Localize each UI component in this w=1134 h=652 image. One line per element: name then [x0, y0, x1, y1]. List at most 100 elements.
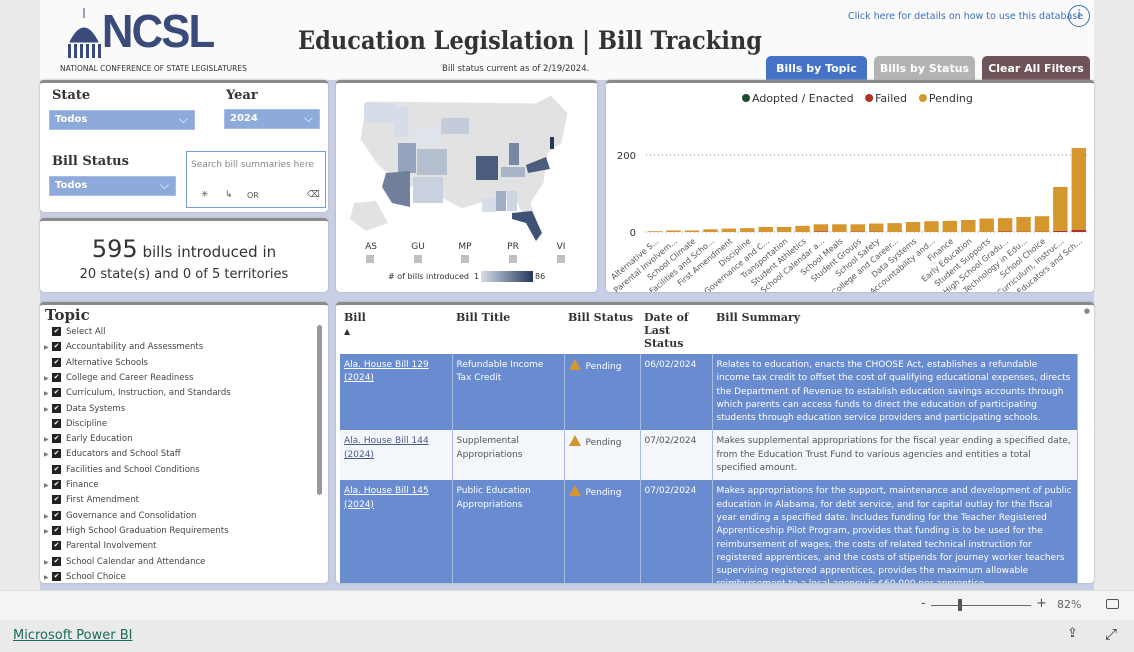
- topic-item[interactable]: ✔ Alternative Schools: [44, 357, 148, 373]
- expand-icon[interactable]: ▶: [44, 451, 52, 458]
- bar-segment[interactable]: [1053, 186, 1068, 231]
- topic-item[interactable]: ▶ ✔ College and Career Readiness: [44, 372, 193, 388]
- bar-segment[interactable]: [1016, 216, 1031, 232]
- checkbox-checked-icon[interactable]: ✔: [52, 525, 61, 535]
- topic-item[interactable]: ✔ Facilities and School Conditions: [44, 464, 200, 480]
- bar-segment[interactable]: [850, 224, 865, 232]
- col-date[interactable]: Date of Last Status: [640, 307, 712, 354]
- territory-vi[interactable]: [557, 255, 565, 263]
- territory-pr[interactable]: [509, 255, 517, 263]
- topic-item[interactable]: ▶ ✔ Educators and School Staff: [44, 449, 181, 464]
- search-box[interactable]: Search bill summaries here ✳ ↳ OR ⌫: [186, 151, 326, 208]
- expand-icon[interactable]: ▶: [44, 574, 52, 581]
- search-input[interactable]: Search bill summaries here: [191, 160, 314, 170]
- expand-icon[interactable]: ▶: [44, 344, 52, 351]
- bar-segment[interactable]: [758, 226, 773, 232]
- col-bill[interactable]: Bill ▲: [340, 307, 452, 354]
- bar-segment[interactable]: [703, 229, 718, 232]
- state-colorado[interactable]: [417, 149, 447, 175]
- zoom-slider-thumb[interactable]: [957, 599, 962, 611]
- checkbox-checked-icon[interactable]: ✔: [52, 418, 61, 428]
- legend-marker[interactable]: [865, 94, 874, 102]
- topic-item[interactable]: ▶ ✔ School Calendar and Attendance: [44, 556, 205, 572]
- or-toggle[interactable]: OR: [247, 191, 259, 200]
- bar-segment[interactable]: [869, 223, 884, 232]
- territory-as[interactable]: [366, 255, 374, 263]
- info-icon[interactable]: i: [1068, 5, 1090, 27]
- state-alabama[interactable]: [507, 191, 517, 211]
- state-wyoming[interactable]: [412, 127, 440, 147]
- expand-icon[interactable]: ▶: [44, 528, 52, 535]
- state-indiana[interactable]: [509, 143, 519, 165]
- expand-icon[interactable]: ▶: [44, 390, 52, 397]
- bar-segment[interactable]: [648, 231, 663, 232]
- bar-segment[interactable]: [795, 225, 810, 232]
- checkbox-checked-icon[interactable]: ✔: [52, 541, 61, 551]
- checkbox-checked-icon[interactable]: ✔: [52, 464, 61, 474]
- expand-icon[interactable]: ▶: [44, 406, 52, 413]
- bar-segment[interactable]: [1053, 230, 1068, 232]
- topic-item[interactable]: ▶ ✔ Early Education: [44, 434, 133, 449]
- year-dropdown[interactable]: 2024 ⌵: [224, 109, 320, 129]
- topic-item[interactable]: ▶ ✔ Finance: [44, 480, 99, 495]
- help-link[interactable]: Click here for details on how to use thi…: [848, 11, 1083, 22]
- col-status[interactable]: Bill Status: [564, 307, 640, 354]
- topic-item[interactable]: ✔ Discipline: [44, 418, 107, 434]
- legend-marker[interactable]: [918, 94, 927, 102]
- bill-link[interactable]: Ala. House Bill 144 (2024): [344, 436, 429, 459]
- sort-ascending-icon[interactable]: ▲: [344, 326, 350, 336]
- topic-item[interactable]: ✔ Parental Involvement: [44, 541, 156, 556]
- scroll-up-icon[interactable]: ●: [1084, 307, 1090, 315]
- bar-segment[interactable]: [813, 231, 829, 232]
- fullscreen-icon[interactable]: ⤢: [1105, 625, 1117, 643]
- bar-segment[interactable]: [997, 231, 1013, 232]
- state-louisiana[interactable]: [482, 198, 496, 212]
- bar-segment[interactable]: [832, 224, 847, 232]
- expand-icon[interactable]: ▶: [44, 436, 52, 443]
- bill-status-dropdown[interactable]: Todos ⌵: [49, 176, 176, 196]
- topic-item[interactable]: ▶ ✔ Data Systems: [44, 403, 125, 419]
- state-kentucky[interactable]: [501, 167, 525, 177]
- state-new-jersey[interactable]: [550, 137, 554, 149]
- bar-segment[interactable]: [1071, 148, 1086, 230]
- col-title[interactable]: Bill Title: [452, 307, 564, 354]
- share-icon[interactable]: ⇪: [1067, 626, 1078, 641]
- bar-segment[interactable]: [813, 224, 829, 232]
- bar-segment[interactable]: [942, 220, 958, 232]
- checkbox-checked-icon[interactable]: ✔: [52, 480, 61, 489]
- bar-segment[interactable]: [740, 228, 755, 232]
- bar-segment[interactable]: [979, 218, 994, 232]
- state-idaho[interactable]: [394, 107, 408, 137]
- bill-link[interactable]: Ala. House Bill 145 (2024): [344, 486, 429, 509]
- zoom-in-button[interactable]: +: [1036, 596, 1047, 611]
- territory-gu[interactable]: [414, 255, 422, 263]
- legend-label[interactable]: Failed: [875, 92, 907, 105]
- checkbox-checked-icon[interactable]: ✔: [52, 510, 61, 520]
- state-utah[interactable]: [398, 143, 416, 173]
- expand-icon[interactable]: ▶: [44, 559, 52, 566]
- bar-segment[interactable]: [924, 221, 939, 232]
- state-mississippi[interactable]: [496, 191, 506, 211]
- clear-filters-button[interactable]: Clear All Filters: [982, 56, 1090, 80]
- bill-link[interactable]: Ala. House Bill 129 (2024): [344, 360, 429, 383]
- topic-item[interactable]: ✔ First Amendment: [44, 495, 139, 510]
- tab-bills-by-topic[interactable]: Bills by Topic: [766, 56, 867, 80]
- checkbox-checked-icon[interactable]: ✔: [52, 388, 61, 398]
- state-florida[interactable]: [512, 211, 542, 241]
- state-washington[interactable]: [364, 103, 394, 123]
- state-arizona[interactable]: [382, 171, 410, 207]
- state-missouri[interactable]: [476, 156, 498, 180]
- checkbox-checked-icon[interactable]: ✔: [52, 495, 61, 505]
- bar-segment[interactable]: [1034, 216, 1050, 232]
- checkbox-checked-icon[interactable]: ✔: [52, 571, 61, 581]
- topic-item[interactable]: ▶ ✔ Governance and Consolidation: [44, 510, 196, 526]
- powerbi-link[interactable]: Microsoft Power BI: [13, 628, 132, 643]
- expand-icon[interactable]: ▶: [44, 375, 52, 382]
- zoom-out-button[interactable]: -: [921, 596, 926, 611]
- table-row[interactable]: Ala. House Bill 144 (2024) Supplemental …: [340, 430, 1078, 481]
- checkbox-checked-icon[interactable]: ✔: [52, 372, 61, 382]
- table-row[interactable]: Ala. House Bill 129 (2024) Refundable In…: [340, 354, 1078, 431]
- legend-marker[interactable]: [742, 94, 750, 102]
- checkbox-checked-icon[interactable]: ✔: [52, 327, 61, 336]
- bar-segment[interactable]: [961, 220, 976, 232]
